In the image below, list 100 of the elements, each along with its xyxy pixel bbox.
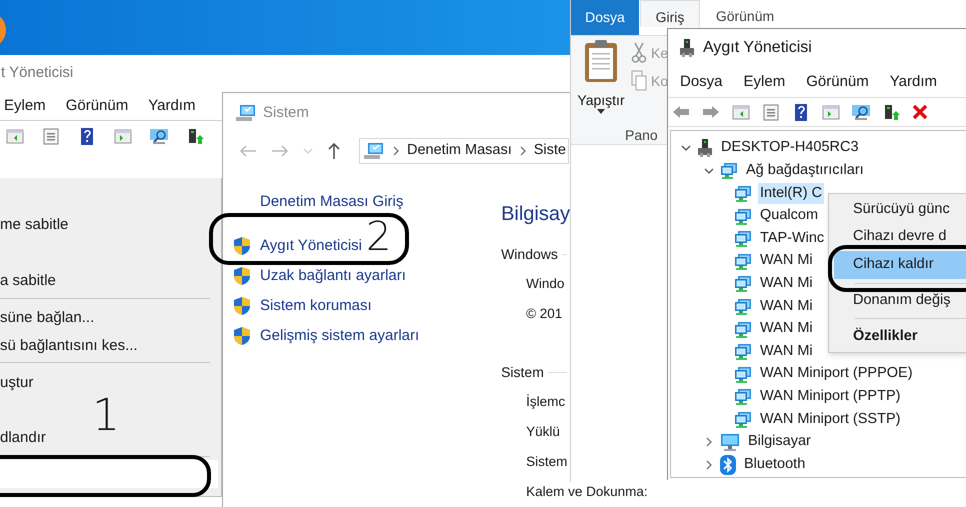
monitor-search-icon[interactable] [149,126,169,144]
menu-item[interactable]: Dosya [680,70,723,94]
menu-item[interactable]: Görünüm [66,94,128,118]
menu-item[interactable]: me sabitle [0,211,210,239]
chevron-right-icon [392,146,400,156]
shield-icon [233,296,251,316]
network-adapter-icon [734,208,752,225]
network-adapter-icon [734,320,752,338]
ribbon-tab[interactable]: Giriş [640,0,700,27]
menu-item[interactable]: Yardım [890,70,937,94]
tree-item[interactable]: WAN Miniport (PPPOE) [758,363,915,386]
window-title: t Yöneticisi [1,63,74,84]
info-label: Yüklü [526,422,560,441]
window-pane-icon[interactable] [5,126,25,144]
tree-item[interactable]: TAP-Winc [758,228,826,250]
link[interactable]: Sistem koruması [260,294,372,318]
ribbon-tab[interactable]: Dosya [571,0,639,35]
tree-item[interactable]: Intel(R) C [758,182,824,204]
menu-item[interactable]: Donanım değiş [834,288,966,314]
tree-item[interactable]: Qualcom [758,205,820,227]
menu-item[interactable]: a sabitle [0,267,210,295]
window-title: Sistem [263,102,309,123]
computer-icon [363,142,385,160]
scissors-icon[interactable] [631,42,647,64]
menu-item[interactable]: süne bağlan... [0,304,210,332]
menu-item[interactable]: Eylem [744,70,786,94]
ribbon-tab[interactable]: Görünüm [700,0,790,27]
back-arrow-icon[interactable] [671,103,691,121]
link[interactable]: Gelişmiş sistem ayarları [260,324,420,348]
window-pane-icon[interactable] [821,103,841,121]
monitor-icon [720,433,740,452]
tree-item[interactable]: DESKTOP-H405RC3 [719,137,861,160]
menu-item[interactable] [0,460,218,488]
chevron-down-icon[interactable] [681,143,691,154]
link[interactable]: Aygıt Yöneticisi [260,234,362,258]
breadcrumb-item[interactable]: Siste [534,140,566,162]
tree-item[interactable]: WAN Mi [758,340,815,363]
tree-item[interactable]: WAN Miniport (SSTP) [758,408,902,430]
tree-item[interactable]: WAN Miniport (PPTP) [758,386,902,408]
menu-item[interactable]: Cihazı kaldır [834,251,966,279]
tree-item[interactable]: WAN Mi [758,250,815,272]
network-adapter-icon [720,162,738,180]
menu-item[interactable]: sü bağlantısını kes... [0,332,210,360]
bluetooth-icon [720,454,736,475]
network-adapter-icon [734,388,752,406]
tree-item[interactable]: Bilgisayar [746,431,813,453]
menu-item[interactable]: Cihazı devre d [834,223,966,251]
copy-icon[interactable] [631,70,647,92]
section-heading: Windows [501,244,558,264]
computer-tower-icon [679,39,695,57]
menu-item[interactable]: Yardım [148,94,196,118]
shield-icon [233,326,251,346]
menu-item[interactable]: Görünüm [806,70,869,94]
chevron-down-icon[interactable] [704,166,714,176]
tree-item[interactable]: WAN Mi [758,318,815,340]
address-bar[interactable]: Denetim Masası Siste [359,138,569,164]
paste-button[interactable]: Yapıştır [577,91,625,109]
monitor-search-icon[interactable] [851,103,871,121]
network-adapter-icon [734,343,752,360]
window-pane-icon[interactable] [731,103,751,121]
up-arrow-icon[interactable] [327,142,341,160]
annotation-number: 2 [366,216,392,258]
network-adapter-icon [734,366,752,383]
caret-icon[interactable] [597,109,605,114]
group-label: Pano [625,126,658,145]
network-adapter-icon [734,410,752,428]
menu-item[interactable]: Özellikler [834,323,966,351]
breadcrumb-item[interactable]: Denetim Masası [407,140,512,162]
properties-icon[interactable] [41,126,61,144]
tree-item[interactable]: Ağ bağdaştırıcıları [744,160,866,182]
tree-item[interactable]: WAN Mi [758,272,815,295]
info-label: Kalem ve Dokunma: [526,482,648,501]
menu-item[interactable]: Sürücüyü günc [834,197,966,223]
chevron-right-icon[interactable] [704,460,714,470]
link[interactable]: Uzak bağlantı ayarları [260,264,406,288]
window-title: Aygıt Yöneticisi [703,38,812,58]
network-adapter-icon [734,298,752,315]
shield-icon [233,236,251,256]
forward-arrow-icon[interactable] [701,103,721,121]
shield-icon [233,266,251,286]
chevron-right-icon[interactable] [704,437,714,448]
info-label: Windo [526,274,564,293]
info-label: İşlemc [526,392,566,411]
computer-tower-icon [697,139,713,158]
info-label: © 201 [526,304,562,323]
tree-item[interactable]: WAN Mi [758,296,815,318]
clipboard-icon[interactable] [583,39,619,83]
computer-icon [235,104,257,122]
chevron-right-icon [518,146,527,156]
page-heading: Bilgisay [501,202,570,227]
network-adapter-icon [734,275,752,292]
section-heading: Sistem [501,362,544,382]
properties-icon[interactable] [761,103,781,121]
tree-item[interactable]: Bluetooth [742,454,808,476]
link[interactable]: Denetim Masası Giriş [260,190,404,214]
menu-item[interactable]: Eylem [4,94,46,118]
window-pane-icon[interactable] [113,126,133,144]
network-adapter-icon [734,230,752,248]
info-label: Sistem [526,452,568,471]
network-adapter-icon [734,184,752,202]
